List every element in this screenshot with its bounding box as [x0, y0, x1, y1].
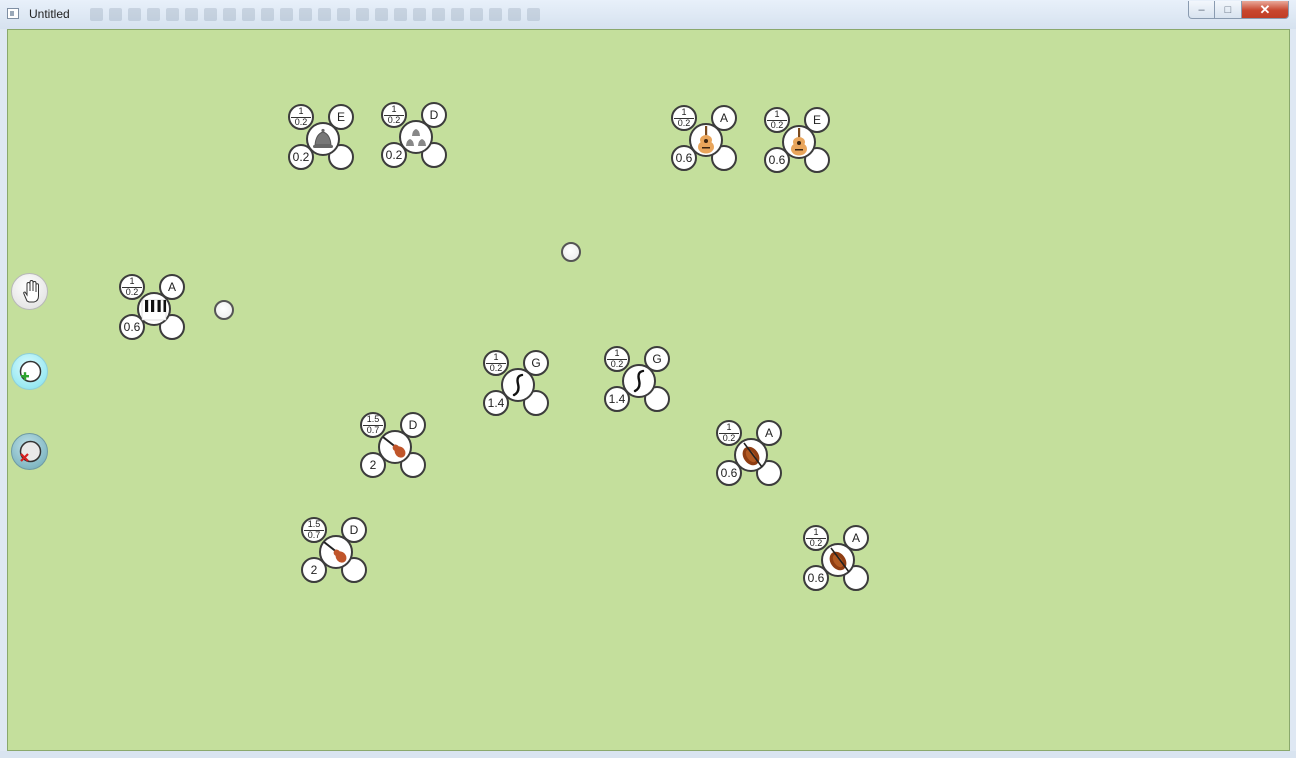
instrument-node[interactable]: 1 0.2 G 1.4	[604, 346, 674, 416]
ratio-bubble[interactable]: 1 0.2	[604, 346, 630, 372]
connector-dot[interactable]	[214, 300, 234, 320]
instrument-node[interactable]: 1 0.2 G 1.4	[483, 350, 553, 420]
instrument-node[interactable]: 1 0.2 E 0.2	[288, 104, 358, 174]
ratio-bubble[interactable]: 1 0.2	[119, 274, 145, 300]
ratio-bubble[interactable]: 1 0.2	[671, 105, 697, 131]
instrument-node[interactable]: 1 0.2 A 0.6	[803, 525, 873, 595]
minimize-button[interactable]: –	[1188, 1, 1215, 19]
minimize-icon: –	[1198, 3, 1205, 16]
add-node-button[interactable]	[11, 353, 48, 390]
bell-icon	[313, 128, 333, 148]
instrument-node[interactable]: 1.5 0.7 D 2	[360, 412, 430, 482]
guitar-icon	[698, 126, 714, 154]
add-node-icon	[19, 360, 42, 383]
instrument-center[interactable]	[378, 430, 412, 464]
instrument-center[interactable]	[501, 368, 535, 402]
instrument-center[interactable]	[782, 125, 816, 159]
hand-tool-button[interactable]	[11, 273, 48, 310]
maximize-icon: □	[1224, 3, 1232, 16]
window-bottom-edge	[0, 751, 1296, 758]
instrument-center[interactable]	[689, 123, 723, 157]
violin-icon	[382, 436, 406, 458]
ratio-bubble[interactable]: 1 0.2	[288, 104, 314, 130]
chimes-icon	[406, 129, 426, 146]
instrument-center[interactable]	[399, 120, 433, 154]
instrument-node[interactable]: 1 0.2 D 0.2	[381, 102, 451, 172]
instrument-node[interactable]: 1 0.2 A 0.6	[119, 274, 189, 344]
connector-dot[interactable]	[561, 242, 581, 262]
guitar-icon	[791, 128, 807, 156]
instrument-node[interactable]: 1 0.2 A 0.6	[671, 105, 741, 175]
instrument-node[interactable]: 1.5 0.7 D 2	[301, 517, 371, 587]
ratio-bubble[interactable]: 1.5 0.7	[360, 412, 386, 438]
hand-icon	[23, 279, 39, 303]
delete-node-icon	[19, 440, 42, 463]
title-bar[interactable]: Untitled – □ ✕	[0, 0, 1296, 29]
instrument-center[interactable]	[319, 535, 353, 569]
instrument-center[interactable]	[137, 292, 171, 326]
ratio-bubble[interactable]: 1 0.2	[483, 350, 509, 376]
harp-icon	[512, 373, 524, 397]
delete-node-button[interactable]	[11, 433, 48, 470]
close-icon: ✕	[1259, 1, 1271, 17]
faded-toolbar	[90, 8, 540, 22]
app-icon	[7, 8, 19, 19]
maximize-button[interactable]: □	[1215, 1, 1242, 19]
harp-icon	[633, 369, 645, 393]
ratio-bubble[interactable]: 1 0.2	[381, 102, 407, 128]
close-button[interactable]: ✕	[1242, 1, 1289, 19]
ratio-bubble[interactable]: 1 0.2	[764, 107, 790, 133]
ratio-bubble[interactable]: 1 0.2	[803, 525, 829, 551]
violin-icon	[323, 541, 347, 563]
instrument-node[interactable]: 1 0.2 E 0.6	[764, 107, 834, 177]
instrument-center[interactable]	[306, 122, 340, 156]
instrument-center[interactable]	[734, 438, 768, 472]
instrument-center[interactable]	[622, 364, 656, 398]
cello-icon	[829, 547, 850, 573]
composition-canvas[interactable]: 1 0.2 E 0.2 1 0.2 D 0.2 1 0.2 A 0.6 1 0.…	[7, 29, 1290, 751]
piano-icon	[141, 299, 167, 321]
window-title: Untitled	[29, 7, 70, 21]
ratio-bubble[interactable]: 1.5 0.7	[301, 517, 327, 543]
instrument-center[interactable]	[821, 543, 855, 577]
cello-icon	[742, 442, 763, 468]
instrument-node[interactable]: 1 0.2 A 0.6	[716, 420, 786, 490]
ratio-bubble[interactable]: 1 0.2	[716, 420, 742, 446]
